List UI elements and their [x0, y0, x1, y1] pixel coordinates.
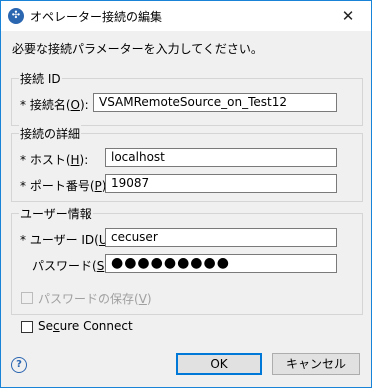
user-info-group-title: ユーザー情報 [19, 205, 93, 222]
help-icon[interactable]: ? [11, 357, 27, 373]
close-button[interactable]: ✕ [325, 1, 371, 31]
ok-button[interactable]: OK [176, 353, 262, 375]
title-bar[interactable]: ✣ オペレーター接続の編集 ✕ [1, 1, 371, 31]
connection-name-label: * 接続名(O): [20, 98, 89, 112]
secure-connect-checkbox[interactable] [21, 321, 33, 333]
dialog-window: ✣ オペレーター接続の編集 ✕ 必要な接続パラメーターを入力してください。 接続… [0, 0, 372, 388]
port-field[interactable]: 19087 [105, 174, 337, 193]
cancel-button[interactable]: キャンセル [272, 353, 360, 375]
connection-id-group-title: 接続 ID [19, 70, 62, 87]
connection-name-field[interactable]: VSAMRemoteSource_on_Test12 [93, 93, 337, 112]
connection-details-group-title: 接続の詳細 [19, 125, 82, 142]
user-id-field[interactable]: cecuser [105, 228, 337, 247]
password-field[interactable]: ●●●●●●●●● [105, 254, 337, 273]
instruction-text: 必要な接続パラメーターを入力してください。 [12, 42, 263, 56]
window-title: オペレーター接続の編集 [30, 10, 163, 24]
port-label: * ポート番号(P): [20, 179, 110, 193]
host-field[interactable]: localhost [105, 148, 337, 167]
secure-connect-label: Secure Connect [38, 319, 133, 333]
save-password-checkbox[interactable] [21, 292, 33, 304]
app-icon: ✣ [8, 8, 24, 24]
host-label: * ホスト(H): [20, 153, 89, 167]
password-label: パスワード(S): [32, 259, 113, 273]
save-password-label: パスワードの保存(V) [38, 292, 152, 306]
user-id-label: * ユーザー ID(U): [20, 233, 116, 247]
